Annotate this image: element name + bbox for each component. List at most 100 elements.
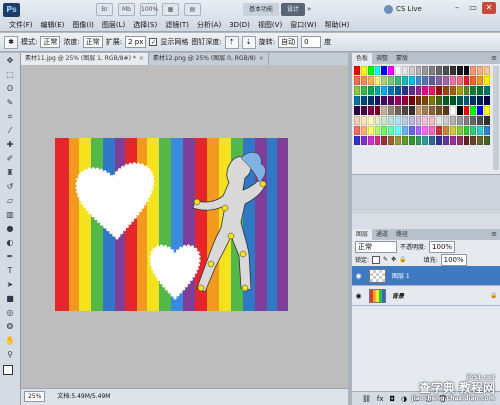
bridge-icon[interactable]: Br bbox=[96, 3, 113, 16]
swatch-cell[interactable] bbox=[456, 76, 463, 85]
swatch-cell[interactable] bbox=[388, 66, 395, 75]
swatch-cell[interactable] bbox=[354, 126, 360, 135]
swatch-cell[interactable] bbox=[360, 86, 367, 95]
swatch-cell[interactable] bbox=[436, 136, 443, 145]
lasso-tool-icon[interactable]: ʘ bbox=[3, 83, 18, 95]
swatch-cell[interactable] bbox=[388, 126, 395, 135]
mode-select[interactable]: 正常 bbox=[40, 36, 61, 48]
tab-document-2-close-icon[interactable]: × bbox=[259, 55, 264, 62]
blend-mode-select[interactable]: 正常 bbox=[355, 240, 397, 253]
menu-help[interactable]: 帮助(H) bbox=[321, 19, 354, 31]
swatch-cell[interactable] bbox=[401, 76, 408, 85]
density-select[interactable]: 正常 bbox=[82, 36, 103, 48]
swatch-cell[interactable] bbox=[477, 96, 484, 105]
crop-tool-icon[interactable]: ⌗ bbox=[3, 111, 18, 123]
swatch-cell[interactable] bbox=[408, 96, 415, 105]
swatch-cell[interactable] bbox=[360, 116, 367, 125]
swatch-cell[interactable] bbox=[484, 106, 490, 115]
swatch-cell[interactable] bbox=[470, 66, 477, 75]
layer-row-background[interactable]: ◉ 背景 🔒 bbox=[352, 286, 500, 306]
tab-document-1[interactable]: 素材11.jpg @ 25% (图层 1, RGB/8#) * × bbox=[21, 53, 149, 65]
swatch-cell[interactable] bbox=[415, 86, 422, 95]
swatch-cell[interactable] bbox=[395, 96, 401, 105]
menu-select[interactable]: 选择(S) bbox=[129, 19, 161, 31]
swatch-cell[interactable] bbox=[354, 86, 360, 95]
canvas-area[interactable] bbox=[21, 65, 348, 388]
swatch-cell[interactable] bbox=[415, 136, 422, 145]
swatch-cell[interactable] bbox=[436, 96, 443, 105]
swatch-cell[interactable] bbox=[395, 66, 401, 75]
swatch-cell[interactable] bbox=[395, 86, 401, 95]
rotate-select[interactable]: 自动 bbox=[278, 36, 299, 48]
swatch-cell[interactable] bbox=[429, 96, 436, 105]
swatch-cell[interactable] bbox=[408, 126, 415, 135]
swatch-cell[interactable] bbox=[388, 86, 395, 95]
swatch-cell[interactable] bbox=[456, 86, 463, 95]
path-select-tool-icon[interactable]: ➤ bbox=[3, 279, 18, 291]
swatch-cell[interactable] bbox=[415, 126, 422, 135]
swatch-cell[interactable] bbox=[381, 126, 388, 135]
lock-pixels-icon[interactable]: ✎ bbox=[383, 256, 388, 263]
pin-depth-down-icon[interactable]: ⇣ bbox=[241, 35, 256, 49]
swatch-cell[interactable] bbox=[401, 126, 408, 135]
swatch-cell[interactable] bbox=[436, 126, 443, 135]
hand-tool-icon[interactable]: ✋ bbox=[3, 335, 18, 347]
swatch-cell[interactable] bbox=[443, 126, 449, 135]
opacity-input[interactable]: 100% bbox=[429, 240, 456, 253]
swatch-cell[interactable] bbox=[422, 126, 429, 135]
swatch-cell[interactable] bbox=[360, 136, 367, 145]
swatch-cell[interactable] bbox=[463, 116, 470, 125]
swatch-cell[interactable] bbox=[463, 86, 470, 95]
swatch-cell[interactable] bbox=[470, 116, 477, 125]
history-brush-tool-icon[interactable]: ↺ bbox=[3, 181, 18, 193]
close-button[interactable]: ✕ bbox=[482, 2, 496, 14]
swatch-cell[interactable] bbox=[429, 116, 436, 125]
shape-tool-icon[interactable]: ■ bbox=[3, 293, 18, 305]
swatch-cell[interactable] bbox=[354, 76, 360, 85]
visibility-eye-icon[interactable]: ◉ bbox=[352, 272, 365, 280]
swatch-cell[interactable] bbox=[429, 136, 436, 145]
swatch-cell[interactable] bbox=[456, 116, 463, 125]
swatch-cell[interactable] bbox=[463, 106, 470, 115]
swatch-cell[interactable] bbox=[374, 96, 381, 105]
swatch-cell[interactable] bbox=[456, 96, 463, 105]
swatch-cell[interactable] bbox=[408, 116, 415, 125]
swatch-cell[interactable] bbox=[374, 76, 381, 85]
puppet-warp-tool-icon[interactable]: ✱ bbox=[4, 35, 18, 49]
swatch-cell[interactable] bbox=[360, 96, 367, 105]
swatch-cell[interactable] bbox=[456, 126, 463, 135]
lock-transparent-icon[interactable] bbox=[372, 255, 381, 264]
swatch-cell[interactable] bbox=[443, 136, 449, 145]
swatch-cell[interactable] bbox=[470, 136, 477, 145]
swatch-cell[interactable] bbox=[429, 66, 436, 75]
swatch-cell[interactable] bbox=[470, 126, 477, 135]
swatch-cell[interactable] bbox=[367, 96, 374, 105]
pin-depth-up-icon[interactable]: ⇡ bbox=[224, 35, 239, 49]
lock-all-icon[interactable]: 🔒 bbox=[399, 256, 406, 263]
swatch-cell[interactable] bbox=[408, 76, 415, 85]
menu-window[interactable]: 窗口(W) bbox=[286, 19, 320, 31]
swatch-cell[interactable] bbox=[381, 116, 388, 125]
menu-analysis[interactable]: 分析(A) bbox=[193, 19, 225, 31]
tab-paths[interactable]: 路径 bbox=[392, 229, 412, 240]
swatch-grid[interactable] bbox=[354, 66, 490, 146]
swatch-cell[interactable] bbox=[429, 86, 436, 95]
zoom-input[interactable]: 25% bbox=[24, 391, 46, 402]
eraser-tool-icon[interactable]: ▱ bbox=[3, 195, 18, 207]
swatch-cell[interactable] bbox=[449, 106, 456, 115]
menu-view[interactable]: 视图(V) bbox=[254, 19, 286, 31]
swatch-cell[interactable] bbox=[422, 76, 429, 85]
swatch-cell[interactable] bbox=[456, 66, 463, 75]
healing-brush-tool-icon[interactable]: ✚ bbox=[3, 139, 18, 151]
swatch-cell[interactable] bbox=[408, 136, 415, 145]
swatch-cell[interactable] bbox=[436, 116, 443, 125]
swatch-cell[interactable] bbox=[477, 126, 484, 135]
swatch-cell[interactable] bbox=[484, 96, 490, 105]
swatch-cell[interactable] bbox=[463, 136, 470, 145]
tab-document-1-close-icon[interactable]: × bbox=[139, 55, 144, 62]
swatch-cell[interactable] bbox=[429, 106, 436, 115]
marquee-tool-icon[interactable]: ⬚ bbox=[3, 69, 18, 81]
swatch-cell[interactable] bbox=[360, 76, 367, 85]
swatch-cell[interactable] bbox=[401, 136, 408, 145]
swatch-cell[interactable] bbox=[374, 106, 381, 115]
